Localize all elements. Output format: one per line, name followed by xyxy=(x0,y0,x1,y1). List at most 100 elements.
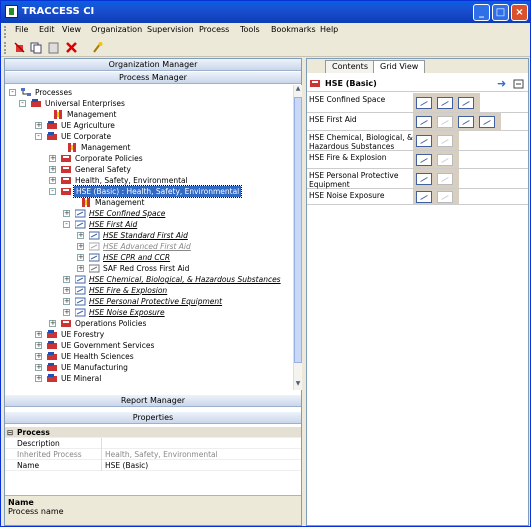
grid-row[interactable]: HSE Personal Protective Equipment xyxy=(307,169,528,189)
grid-row[interactable]: HSE First Aid xyxy=(307,113,528,131)
grid-cell-icon[interactable] xyxy=(437,115,453,128)
expand-icon[interactable]: + xyxy=(77,254,84,261)
grid-settings-icon[interactable] xyxy=(513,79,525,89)
collapse-icon[interactable]: - xyxy=(35,133,42,140)
tree-node-ue-health-sciences[interactable]: + UE Health Sciences xyxy=(35,351,285,362)
grid-row[interactable]: HSE Fire & Explosion xyxy=(307,151,528,169)
tree-node-ue-corporate[interactable]: - UE Corporate xyxy=(35,131,285,142)
expand-icon[interactable]: + xyxy=(35,122,42,129)
expand-icon[interactable]: + xyxy=(35,364,42,371)
tree-node-ue-government-services[interactable]: + UE Government Services xyxy=(35,340,285,351)
tab-grid-view[interactable]: Grid View xyxy=(373,60,426,73)
expand-icon[interactable]: + xyxy=(49,177,56,184)
tree-node-hse-management[interactable]: Management xyxy=(69,197,269,208)
collapse-icon[interactable]: - xyxy=(63,221,70,228)
expand-icon[interactable]: + xyxy=(77,243,84,250)
tree-node-hse-cpr-and-ccr[interactable]: + HSE CPR and CCR xyxy=(77,252,287,263)
grid-row[interactable]: HSE Chemical, Biological, & Hazardous Su… xyxy=(307,131,528,151)
grid-cell-icon[interactable] xyxy=(416,134,432,147)
grid-cell-icon[interactable] xyxy=(416,172,432,185)
tree-node-hse-first-aid[interactable]: - HSE First Aid xyxy=(63,219,283,230)
tree-node-hse-standard-first-aid[interactable]: + HSE Standard First Aid xyxy=(77,230,287,241)
tree-node-hse-advanced-first-aid[interactable]: + HSE Advanced First Aid xyxy=(77,241,287,252)
grid-cell-icon[interactable] xyxy=(458,96,474,109)
new-icon[interactable] xyxy=(13,41,26,54)
tree-node-ue-mineral[interactable]: + UE Mineral xyxy=(35,373,285,384)
tree-node-ue-forestry[interactable]: + UE Forestry xyxy=(35,329,285,340)
minimize-button[interactable]: _ xyxy=(473,4,490,21)
expand-icon[interactable]: + xyxy=(49,166,56,173)
menu-tools[interactable]: Tools xyxy=(240,25,260,34)
menu-help[interactable]: Help xyxy=(320,25,338,34)
properties-header[interactable]: Properties xyxy=(5,412,301,424)
collapse-icon[interactable]: - xyxy=(49,188,56,195)
tree-node-corporate-management[interactable]: Management xyxy=(55,142,285,153)
tree-node-operations-policies[interactable]: + Operations Policies xyxy=(49,318,279,329)
tree-scrollbar[interactable]: ▲ ▼ xyxy=(293,85,302,390)
tree-node-health-safety-environmental[interactable]: + Health, Safety, Environmental xyxy=(49,175,279,186)
expand-icon[interactable]: + xyxy=(63,298,70,305)
properties-section-process[interactable]: ⊟ Process xyxy=(5,427,301,438)
process-manager-header[interactable]: Process Manager xyxy=(5,72,301,84)
scroll-thumb[interactable] xyxy=(294,97,302,363)
tree-node-ue-agriculture[interactable]: + UE Agriculture xyxy=(35,120,285,131)
tree-node-general-safety[interactable]: + General Safety xyxy=(49,164,279,175)
close-button[interactable]: × xyxy=(511,4,528,21)
grid-cell-icon[interactable] xyxy=(437,134,453,147)
property-name[interactable]: Name HSE (Basic) xyxy=(5,460,301,471)
tree-node-corporate-policies[interactable]: + Corporate Policies xyxy=(49,153,279,164)
grid-row[interactable]: HSE Noise Exposure xyxy=(307,189,528,205)
expand-icon[interactable]: + xyxy=(35,342,42,349)
grid-cell-icon[interactable] xyxy=(416,153,432,166)
grid-cell-icon[interactable] xyxy=(479,115,495,128)
menu-view[interactable]: View xyxy=(62,25,81,34)
expand-icon[interactable]: + xyxy=(63,287,70,294)
expand-icon[interactable]: + xyxy=(63,210,70,217)
expand-icon[interactable]: + xyxy=(35,353,42,360)
tree-node-hse-chemical[interactable]: + HSE Chemical, Biological, & Hazardous … xyxy=(63,274,293,285)
expand-icon[interactable]: + xyxy=(35,375,42,382)
grid-cell-icon[interactable] xyxy=(458,115,474,128)
tree-node-hse-fire-explosion[interactable]: + HSE Fire & Explosion xyxy=(63,285,283,296)
menu-bookmarks[interactable]: Bookmarks xyxy=(271,25,316,34)
paste-icon[interactable] xyxy=(47,41,60,54)
menu-file[interactable]: File xyxy=(15,25,28,34)
expand-icon[interactable]: + xyxy=(77,265,84,272)
report-manager-header[interactable]: Report Manager xyxy=(5,395,301,407)
expand-icon[interactable]: + xyxy=(63,309,70,316)
collapse-icon[interactable]: ⊟ xyxy=(7,427,13,438)
scroll-up-icon[interactable]: ▲ xyxy=(294,85,302,94)
collapse-icon[interactable]: - xyxy=(19,100,26,107)
tree-node-hse-noise-exposure[interactable]: + HSE Noise Exposure xyxy=(63,307,283,318)
property-inherited-process[interactable]: Inherited Process Health, Safety, Enviro… xyxy=(5,449,301,460)
collapse-icon[interactable]: - xyxy=(9,89,16,96)
maximize-button[interactable]: □ xyxy=(492,4,509,21)
grid-row[interactable]: HSE Confined Space xyxy=(307,93,528,113)
delete-icon[interactable] xyxy=(65,41,78,54)
tab-contents[interactable]: Contents xyxy=(325,60,375,73)
tree-node-universal-enterprises[interactable]: - Universal Enterprises xyxy=(19,98,289,109)
tree-node-saf-red-cross-first-aid[interactable]: + SAF Red Cross First Aid xyxy=(77,263,287,274)
grid-cell-icon[interactable] xyxy=(416,191,432,203)
property-description[interactable]: Description xyxy=(5,438,301,449)
scroll-down-icon[interactable]: ▼ xyxy=(294,380,302,389)
menu-edit[interactable]: Edit xyxy=(39,25,55,34)
copy-icon[interactable] xyxy=(29,41,42,54)
grid-cell-icon[interactable] xyxy=(437,172,453,185)
expand-icon[interactable]: + xyxy=(63,276,70,283)
grid-cell-icon[interactable] xyxy=(437,153,453,166)
menu-supervision[interactable]: Supervision xyxy=(147,25,194,34)
expand-icon[interactable]: + xyxy=(77,232,84,239)
expand-icon[interactable]: + xyxy=(49,320,56,327)
tree-node-hse-basic[interactable]: - HSE (Basic) : Health, Safety, Environm… xyxy=(49,185,289,198)
tree-node-hse-ppe[interactable]: + HSE Personal Protective Equipment xyxy=(63,296,283,307)
menu-process[interactable]: Process xyxy=(199,25,229,34)
grid-cell-icon[interactable] xyxy=(416,115,432,128)
grid-cell-icon[interactable] xyxy=(416,96,432,109)
expand-icon[interactable]: + xyxy=(35,331,42,338)
grid-cell-icon[interactable] xyxy=(437,191,453,203)
grid-cell-icon[interactable] xyxy=(437,96,453,109)
expand-icon[interactable]: + xyxy=(49,155,56,162)
tree-node-processes[interactable]: - Processes xyxy=(9,87,289,98)
navigate-forward-icon[interactable]: ➜ xyxy=(497,76,506,92)
